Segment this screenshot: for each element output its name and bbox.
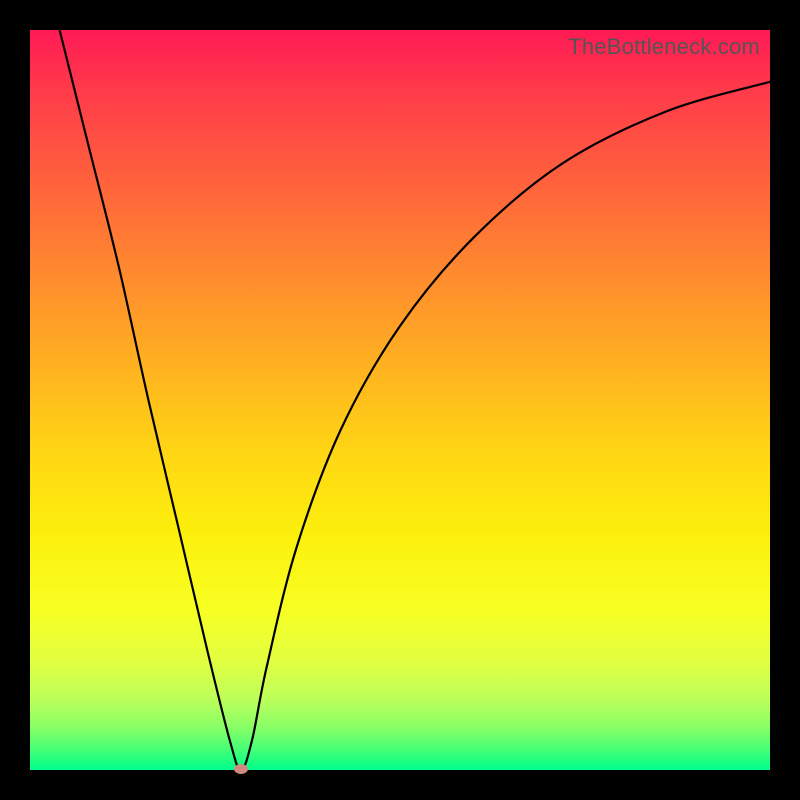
optimum-marker <box>234 764 248 774</box>
plot-area: TheBottleneck.com <box>30 30 770 770</box>
bottleneck-curve <box>30 30 770 770</box>
chart-frame: TheBottleneck.com <box>0 0 800 800</box>
